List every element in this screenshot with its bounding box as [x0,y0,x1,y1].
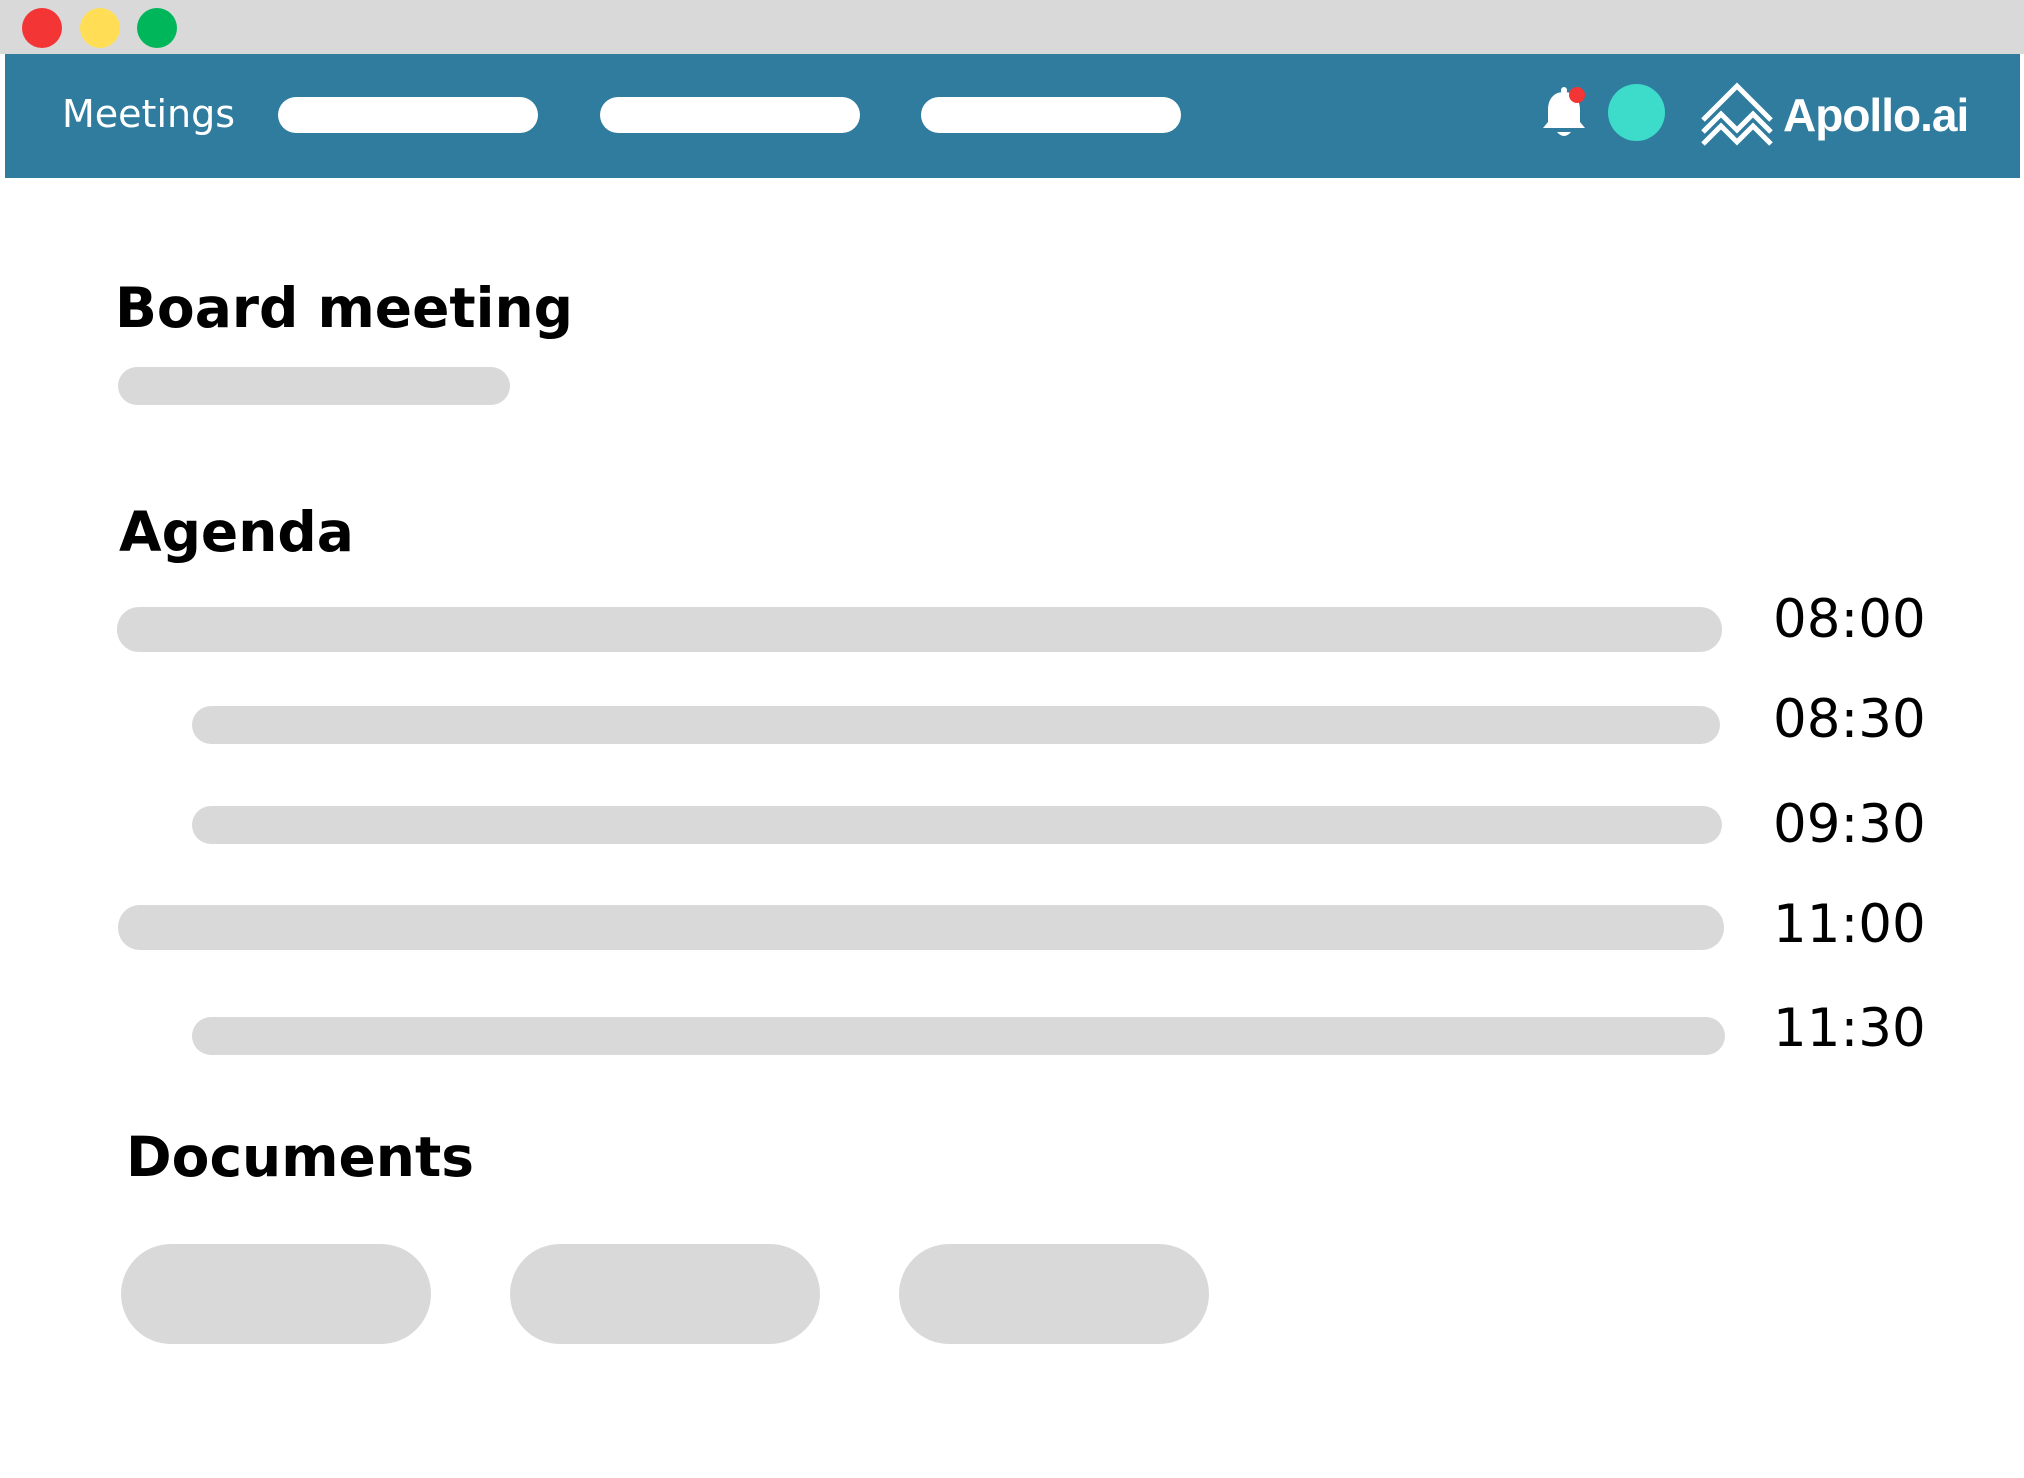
meeting-subtitle-placeholder [118,367,510,405]
document-tile[interactable] [510,1244,820,1344]
agenda-item-time: 08:00 [1773,589,1926,650]
user-avatar[interactable] [1608,84,1665,141]
agenda-heading: Agenda [119,500,354,564]
agenda-item-time: 09:30 [1773,794,1926,855]
agenda-subitem-text[interactable] [192,1017,1725,1055]
apollo-logo-icon [1701,82,1773,146]
agenda-item-time: 11:30 [1773,998,1926,1059]
title-bar [0,0,2024,54]
agenda-item-text[interactable] [118,905,1724,950]
top-navigation-bar: Meetings Apollo.ai [5,54,2020,178]
agenda-item-time: 08:30 [1773,689,1926,750]
nav-item-meetings[interactable]: Meetings [62,92,235,136]
close-window-button[interactable] [22,8,62,48]
nav-item-placeholder-3[interactable] [921,97,1181,133]
agenda-item-time: 11:00 [1773,894,1926,955]
agenda-subitem-text[interactable] [192,806,1722,844]
nav-item-placeholder-1[interactable] [278,97,538,133]
apollo-logo[interactable]: Apollo.ai [1699,80,1969,150]
nav-item-placeholder-2[interactable] [600,97,860,133]
documents-heading: Documents [126,1125,474,1189]
app-window: Meetings Apollo.ai Board meeting Agenda … [0,0,2024,1478]
logo-text: Apollo.ai [1783,89,1969,141]
document-tile[interactable] [899,1244,1209,1344]
minimize-window-button[interactable] [80,8,120,48]
bell-icon[interactable] [1539,84,1589,144]
notification-badge [1569,87,1585,103]
agenda-subitem-text[interactable] [192,706,1720,744]
agenda-item-text[interactable] [117,607,1722,652]
meeting-title: Board meeting [115,276,574,340]
maximize-window-button[interactable] [137,8,177,48]
document-tile[interactable] [121,1244,431,1344]
